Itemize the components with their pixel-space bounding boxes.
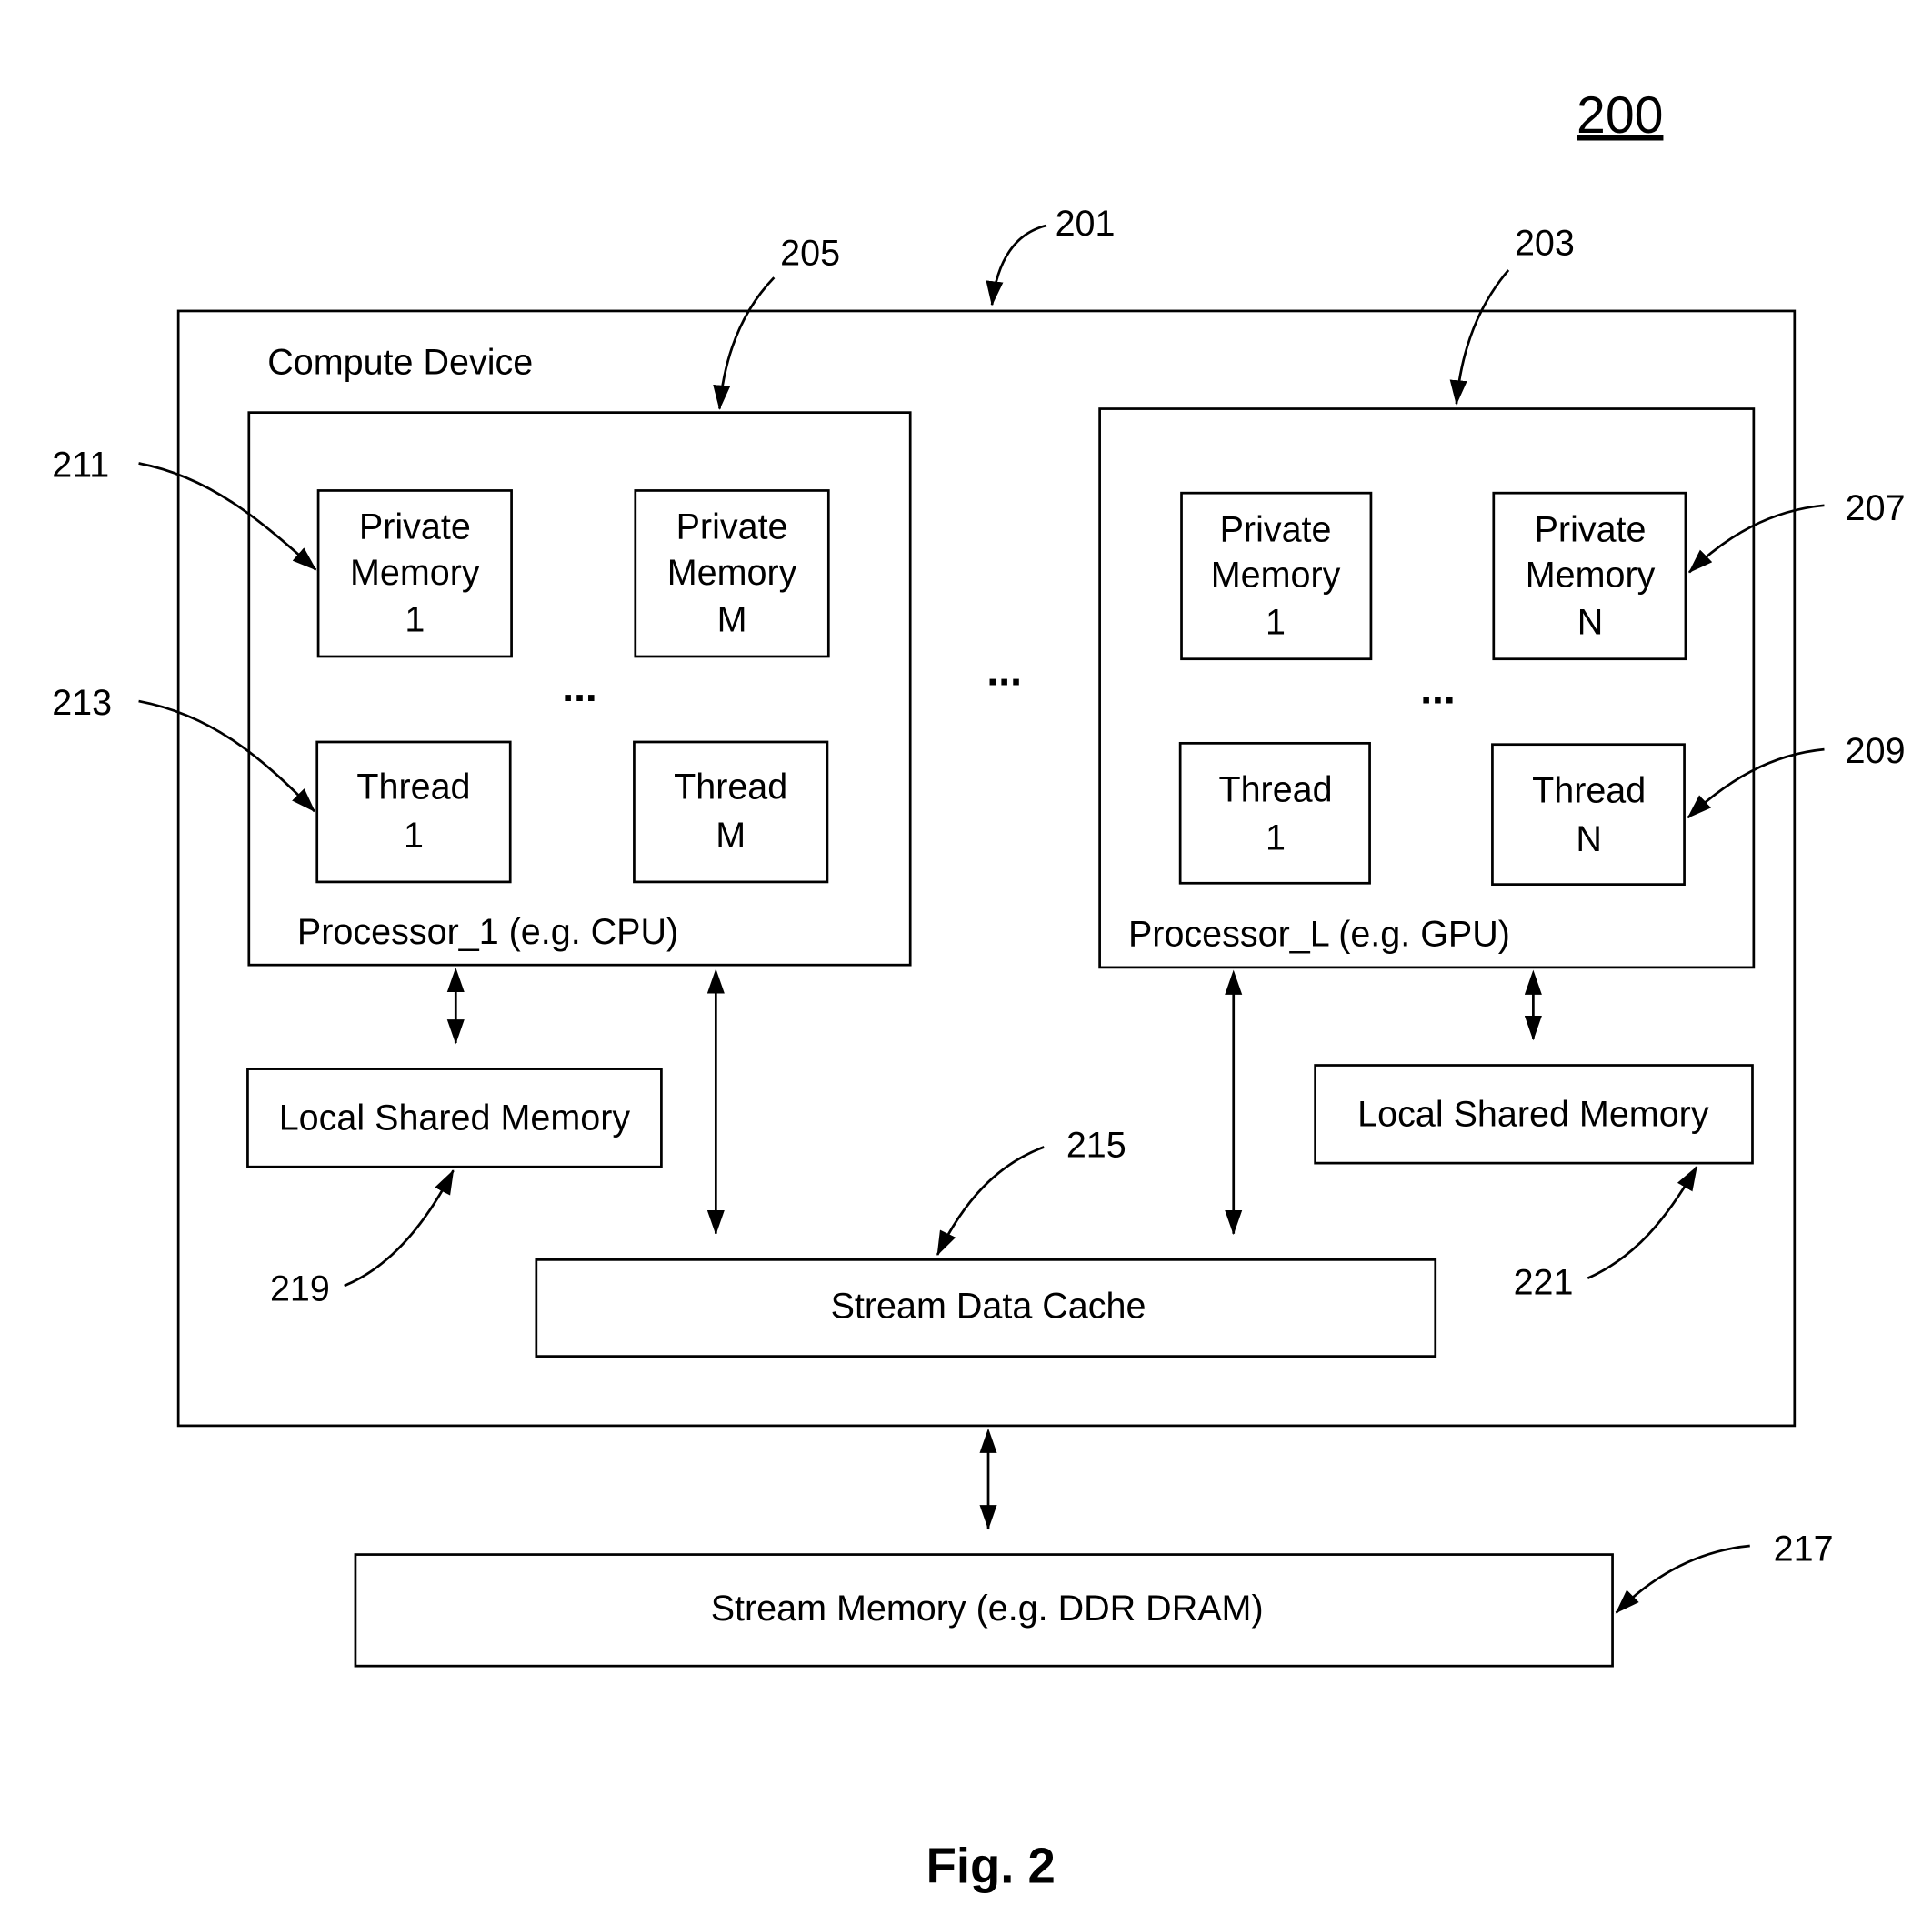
ref-215: 215 [1066,1125,1126,1165]
p1-pm1-line3: 1 [405,600,425,640]
p1-t1-line1: Thread [356,767,470,807]
diagram: 200 Compute Device 201 Processor_1 (e.g.… [52,86,1906,1894]
p1-pm1-line1: Private [359,507,471,547]
stream-data-cache-label: Stream Data Cache [831,1286,1146,1326]
ref-207: 207 [1846,488,1906,528]
ref-209: 209 [1846,731,1906,771]
processor-l-label: Processor_L (e.g. GPU) [1128,915,1510,955]
ref-221: 221 [1514,1263,1574,1303]
p1-ellipsis: ... [562,663,597,710]
processor-1-label: Processor_1 (e.g. CPU) [297,912,678,952]
pl-private-memory-1: Private Memory 1 [1180,491,1373,661]
pl-private-memory-n: Private Memory N [1492,491,1687,661]
pl-t1-line2: 1 [1266,817,1286,857]
leader-217 [1615,1544,1750,1614]
p1-private-memory-1: Private Memory 1 [316,489,513,658]
ref-211: 211 [52,445,109,485]
figure-caption: Fig. 2 [926,1839,1056,1894]
p1-thread-1: Thread 1 [315,740,512,884]
pl-pm1-line2: Memory [1211,556,1341,596]
pl-ellipsis: ... [1420,666,1456,713]
pl-pm1-line1: Private [1220,509,1332,549]
pl-pmn-line2: Memory [1526,556,1656,596]
ref-217: 217 [1774,1529,1834,1569]
ref-205: 205 [780,234,840,274]
pl-thread-1: Thread 1 [1178,741,1371,885]
p1-pmm-line3: M [717,600,747,640]
p1-tm-line2: M [716,816,746,856]
ref-219: 219 [270,1268,330,1308]
ref-203: 203 [1515,224,1575,264]
pl-thread-n: Thread N [1491,743,1686,886]
p1-pmm-line1: Private [676,507,788,547]
stream-memory-label: Stream Memory (e.g. DDR DRAM) [711,1589,1264,1629]
pl-tn-line2: N [1576,819,1602,859]
pl-pmn-line1: Private [1535,509,1647,549]
local-shared-memory-l-label: Local Shared Memory [1357,1094,1709,1134]
figure-number: 200 [1577,86,1663,145]
p1-thread-m: Thread M [633,740,829,884]
ref-213: 213 [52,683,112,723]
ref-201: 201 [1056,204,1116,244]
p1-pmm-line2: Memory [667,553,797,593]
pl-tn-line1: Thread [1532,771,1646,811]
pl-pm1-line3: 1 [1266,602,1286,642]
p1-private-memory-m: Private Memory M [634,489,830,658]
p1-tm-line1: Thread [674,767,787,807]
pl-t1-line1: Thread [1218,769,1332,809]
leader-201 [986,224,1047,306]
processors-ellipsis: ... [986,647,1022,694]
compute-device-label: Compute Device [267,342,533,382]
pl-pmn-line3: N [1577,602,1604,642]
p1-t1-line2: 1 [404,816,424,856]
p1-pm1-line2: Memory [350,553,480,593]
local-shared-memory-1-label: Local Shared Memory [279,1098,631,1138]
